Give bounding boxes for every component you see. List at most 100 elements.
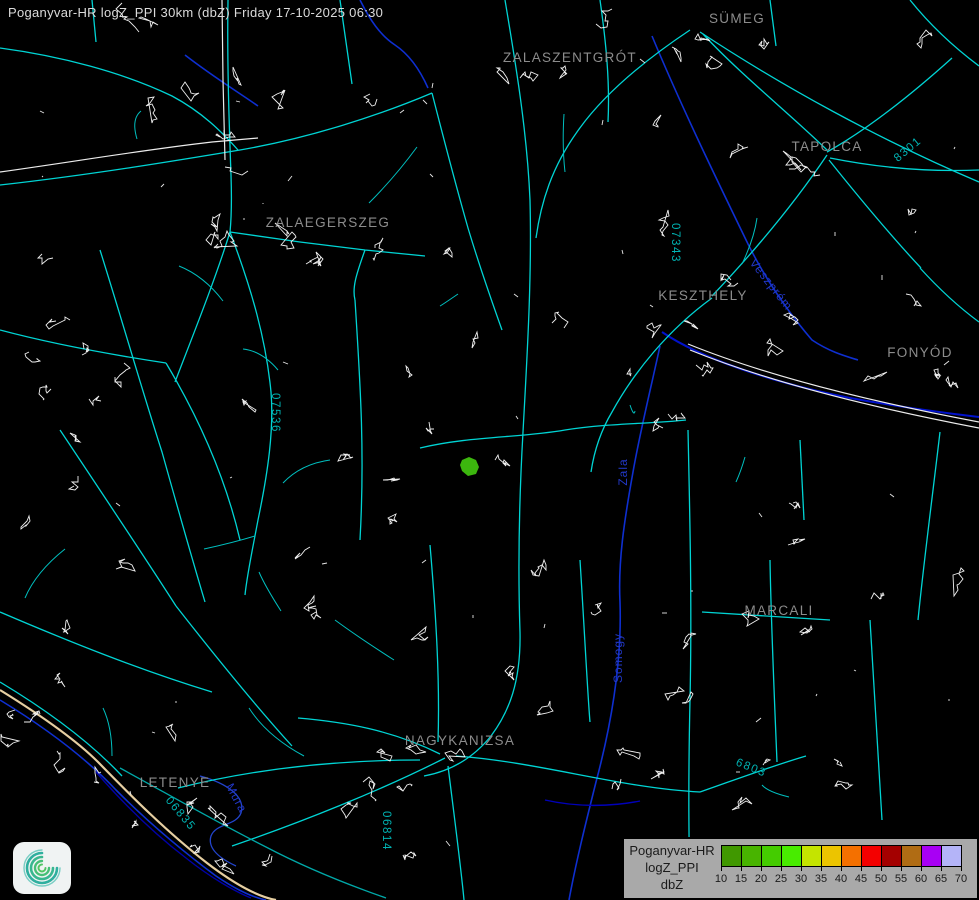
radar-product-title: Poganyvar-HR logZ_PPI 30km (dbZ) Friday … bbox=[8, 5, 383, 20]
settlement-outline bbox=[759, 39, 769, 49]
legend-cell bbox=[741, 845, 762, 867]
map-town-label: NAGYKANIZSA bbox=[405, 733, 515, 748]
settlement-outline bbox=[338, 454, 353, 461]
map-road-label: 07536 bbox=[269, 393, 281, 433]
met-logo bbox=[12, 841, 72, 895]
settlement-outline bbox=[520, 72, 538, 81]
settlement-outline bbox=[596, 9, 612, 28]
river-lines bbox=[0, 0, 979, 900]
minor-road bbox=[103, 708, 112, 756]
settlement-outline bbox=[55, 673, 65, 687]
settlement-outline bbox=[304, 596, 314, 611]
legend-tick-label: 35 bbox=[811, 873, 831, 885]
legend: Poganyvar-HR logZ_PPI dbZ 10152025303540… bbox=[622, 837, 979, 900]
map-town-label: FONYÓD bbox=[887, 345, 953, 360]
settlement-outline bbox=[732, 797, 752, 810]
settlement-outline bbox=[617, 748, 640, 759]
legend-tick bbox=[761, 866, 762, 871]
settlement-outline bbox=[917, 30, 932, 48]
settlement-outline bbox=[272, 90, 285, 109]
map-tick-mark bbox=[890, 494, 894, 497]
settlement-outline bbox=[864, 372, 887, 381]
settlement-outline bbox=[763, 759, 770, 765]
map-tick-mark bbox=[759, 513, 762, 517]
map-labels: SÜMEGZALASZENTGRÓTTAPOLCAZALAEGERSZEGKES… bbox=[140, 11, 953, 851]
map-tick-mark bbox=[40, 111, 44, 113]
legend-tick bbox=[901, 866, 902, 871]
settlement-outline bbox=[706, 56, 722, 69]
map-road-label: 8301 bbox=[892, 135, 924, 165]
map-tick-mark bbox=[423, 100, 427, 104]
legend-cell bbox=[801, 845, 822, 867]
settlement-outline bbox=[295, 547, 310, 559]
settlement-outline bbox=[672, 47, 681, 62]
map-tick-mark bbox=[288, 176, 292, 181]
settlement-outline bbox=[211, 214, 220, 231]
minor-road bbox=[25, 549, 65, 598]
legend-tick-label: 50 bbox=[871, 873, 891, 885]
settlement-outline bbox=[242, 399, 256, 412]
legend-tick bbox=[881, 866, 882, 871]
minor-road bbox=[736, 457, 745, 482]
settlement-outline bbox=[682, 692, 693, 703]
settlement-outline bbox=[792, 157, 807, 172]
legend-tick-label: 45 bbox=[851, 873, 871, 885]
legend-tick-label: 15 bbox=[731, 873, 751, 885]
map-region-label: Mura bbox=[223, 781, 250, 815]
settlement-outline bbox=[46, 317, 70, 329]
settlement-outline bbox=[364, 94, 377, 106]
map-tick-mark bbox=[400, 110, 404, 113]
map-tick-mark bbox=[422, 560, 426, 563]
map-tick-mark bbox=[283, 362, 288, 364]
map-tick-mark bbox=[854, 670, 856, 671]
map-tick-mark bbox=[650, 305, 653, 307]
map-town-label: LETENYE bbox=[140, 775, 211, 790]
map-road-label: 6803 bbox=[734, 757, 768, 780]
settlement-outline bbox=[696, 362, 713, 376]
legend-tick bbox=[741, 866, 742, 871]
settlement-outline bbox=[363, 777, 376, 801]
settlement-outline bbox=[445, 749, 465, 761]
settlement-outline bbox=[206, 232, 218, 245]
legend-product: logZ_PPI bbox=[626, 859, 718, 876]
settlement-outline bbox=[397, 784, 412, 791]
legend-tick bbox=[781, 866, 782, 871]
settlement-outline bbox=[216, 130, 235, 139]
settlement-outline bbox=[835, 781, 852, 789]
settlement-outline bbox=[7, 710, 15, 719]
settlement-outline bbox=[953, 568, 964, 596]
minor-road bbox=[135, 111, 141, 139]
settlement-outline bbox=[166, 724, 176, 741]
map-region-label: Zala bbox=[616, 458, 630, 485]
settlement-outline bbox=[377, 749, 392, 761]
legend-cells bbox=[721, 845, 961, 867]
settlement-outline bbox=[308, 606, 321, 619]
settlement-outline bbox=[38, 254, 53, 264]
map-tick-mark bbox=[430, 174, 433, 177]
legend-cell bbox=[921, 845, 942, 867]
settlement-outline bbox=[495, 455, 510, 466]
map-town-label: KESZTHELY bbox=[658, 288, 747, 303]
settlement-outline bbox=[208, 806, 228, 826]
settlement-outline bbox=[653, 115, 661, 127]
map-tick-mark bbox=[236, 101, 240, 102]
settlement-outline bbox=[906, 294, 921, 306]
map-town-label: TAPOLCA bbox=[791, 139, 862, 154]
legend-tick bbox=[721, 866, 722, 871]
legend-tick bbox=[841, 866, 842, 871]
map-tick-mark bbox=[602, 120, 603, 125]
settlement-outline bbox=[25, 352, 40, 362]
settlement-outline bbox=[225, 167, 248, 175]
map-tick-mark bbox=[152, 732, 155, 733]
settlement-outline bbox=[411, 627, 428, 640]
settlement-outline bbox=[1, 734, 19, 747]
settlement-outline bbox=[39, 385, 51, 400]
legend-radar-name: Poganyvar-HR bbox=[626, 842, 718, 859]
minor-road bbox=[369, 147, 417, 203]
settlement-outline bbox=[497, 68, 509, 84]
map-town-label: MARCALI bbox=[744, 603, 813, 618]
legend-cell bbox=[781, 845, 802, 867]
settlement-outline bbox=[653, 418, 663, 431]
settlement-outline bbox=[406, 366, 412, 377]
settlement-outline bbox=[591, 603, 601, 615]
